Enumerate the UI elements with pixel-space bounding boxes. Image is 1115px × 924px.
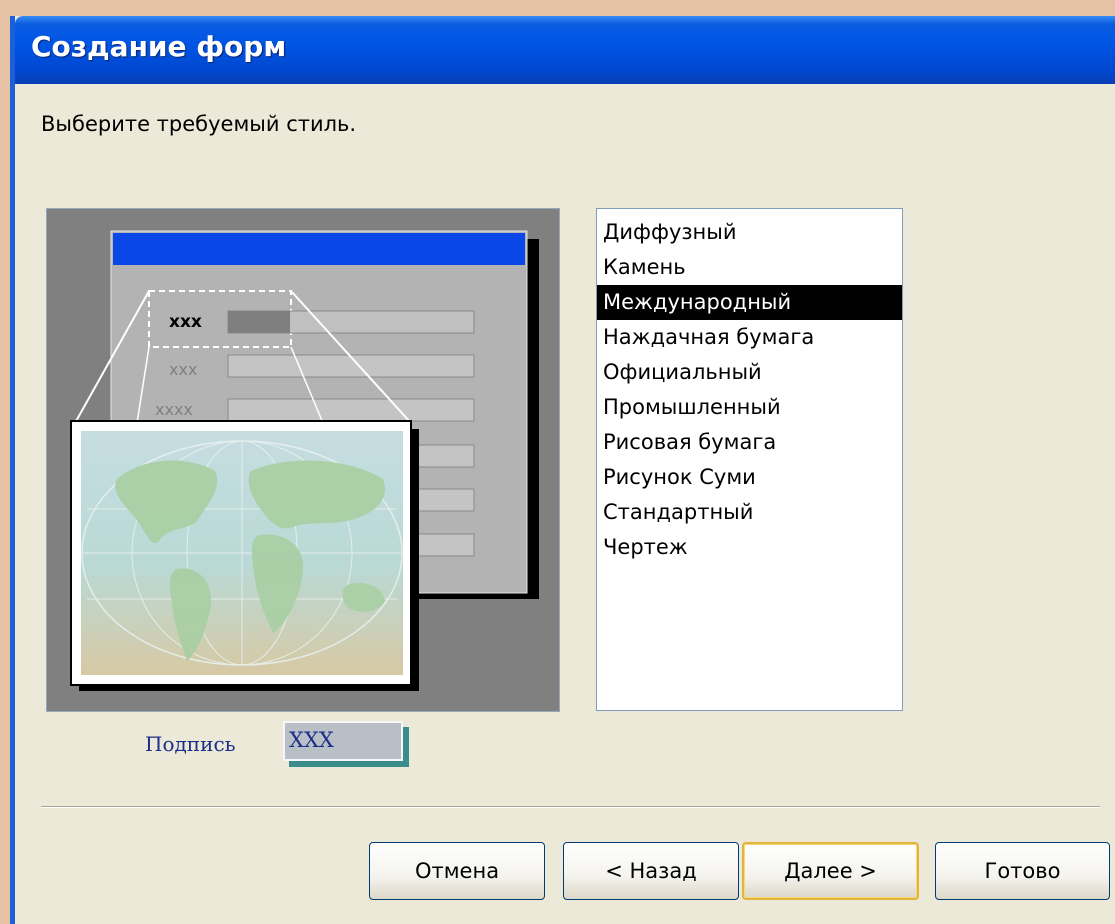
field-box-1-fill <box>228 311 290 333</box>
form-header-bar <box>113 233 525 265</box>
preview-illustration: xxx xxx xxxx <box>70 230 539 691</box>
style-list-item[interactable]: Официальный <box>597 355 902 390</box>
cancel-button[interactable]: Отмена <box>369 842 545 900</box>
style-list-item[interactable]: Рисовая бумага <box>597 425 902 460</box>
field-label-3: xxxx <box>155 400 193 419</box>
next-button[interactable]: Далее > <box>742 842 919 900</box>
style-list-item[interactable]: Наждачная бумага <box>597 320 902 355</box>
style-list-item[interactable]: Диффузный <box>597 215 902 250</box>
style-list-item[interactable]: Чертеж <box>597 530 902 565</box>
form-wizard-window: Создание форм Выберите требуемый стиль. … <box>10 16 1115 924</box>
field-label-2: xxx <box>169 360 197 379</box>
field-label-1: xxx <box>169 312 202 332</box>
window-title: Создание форм <box>31 30 287 63</box>
style-list-item[interactable]: Камень <box>597 250 902 285</box>
style-list-item[interactable]: Международный <box>597 285 902 320</box>
style-list-item[interactable]: Рисунок Суми <box>597 460 902 495</box>
title-bar[interactable]: Создание форм <box>15 16 1115 84</box>
button-separator <box>41 806 1100 808</box>
preview-sample-value: XXX <box>289 728 334 752</box>
instruction-text: Выберите требуемый стиль. <box>41 112 357 136</box>
style-list-item[interactable]: Промышленный <box>597 390 902 425</box>
back-button[interactable]: < Назад <box>563 842 739 900</box>
field-box-3 <box>227 398 475 422</box>
style-list-item[interactable]: Стандартный <box>597 495 902 530</box>
style-listbox[interactable]: Диффузный Камень Международный Наждачная бу… <box>596 208 903 711</box>
preview-caption: Подпись <box>145 732 236 756</box>
finish-button[interactable]: Готово <box>935 842 1110 900</box>
preview-sample-field: XXX <box>283 721 403 761</box>
style-preview: xxx xxx xxxx Подпись XXX <box>46 208 560 761</box>
